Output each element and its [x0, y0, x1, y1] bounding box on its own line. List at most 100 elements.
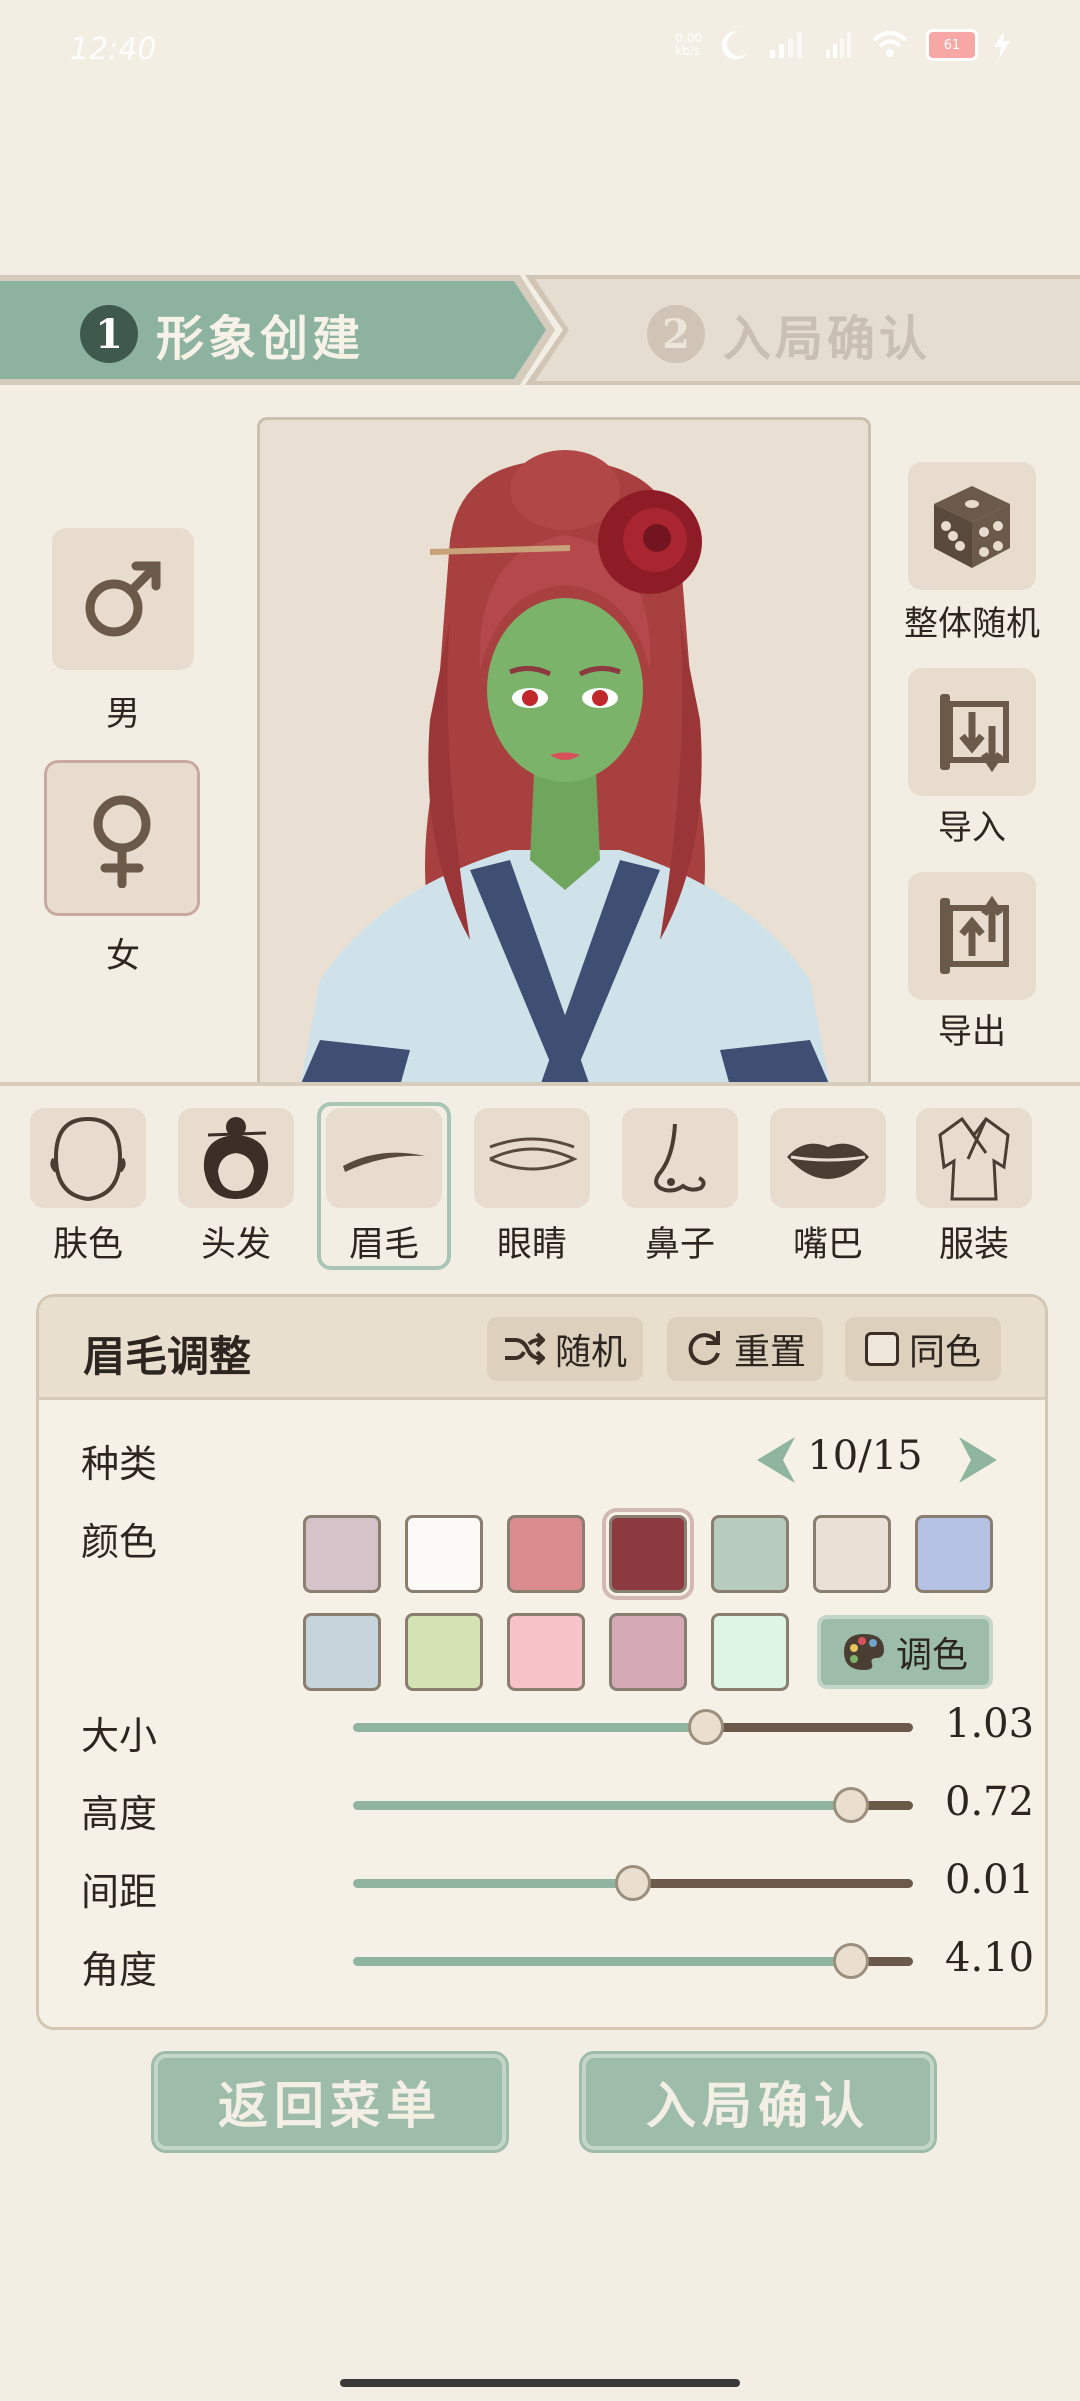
palette-icon [843, 1634, 884, 1670]
male-button[interactable] [52, 528, 194, 670]
color-swatch[interactable] [303, 1515, 381, 1593]
color-swatch[interactable] [507, 1515, 585, 1593]
color-swatch[interactable] [405, 1613, 483, 1691]
color-swatch[interactable] [609, 1613, 687, 1691]
eyebrow-adjust-panel: 眉毛调整 随机 重置 同色 种类 10/15 颜色 调色 大小 1.03 高度 0.7… [36, 1294, 1048, 2030]
shuffle-icon [504, 1332, 545, 1366]
moon-icon [721, 31, 748, 60]
back-to-menu-button[interactable]: 返回菜单 [151, 2051, 509, 2153]
charging-icon [994, 31, 1010, 59]
same-color-label: 同色 [908, 1332, 981, 1373]
slider-track-remaining[interactable] [633, 1879, 913, 1888]
battery-icon: 61 [926, 29, 978, 61]
divider [0, 1082, 1080, 1086]
feature-tab-nose[interactable] [622, 1108, 738, 1208]
step-label: 入局确认 [723, 311, 932, 367]
step-tab-confirm[interactable]: 2 入局确认 [525, 275, 1080, 385]
female-button[interactable] [38, 754, 206, 922]
slider-label: 间距 [81, 1870, 158, 1914]
export-button[interactable] [908, 872, 1036, 1000]
dice-icon [934, 486, 1010, 568]
color-swatch[interactable] [507, 1613, 585, 1691]
feature-label-hair: 头发 [200, 1225, 271, 1265]
next-arrow-icon[interactable] [953, 1433, 1003, 1487]
face-outline-icon [50, 1116, 126, 1202]
palette-label: 调色 [895, 1635, 968, 1676]
male-label: 男 [106, 694, 140, 734]
slider-knob[interactable] [615, 1865, 651, 1901]
feature-tab-eyebrow[interactable] [326, 1108, 442, 1208]
character-portrait [300, 450, 830, 1086]
color-swatch[interactable] [711, 1613, 789, 1691]
slider-track-filled[interactable] [353, 1723, 706, 1732]
same-color-checkbox[interactable]: 同色 [845, 1317, 1001, 1381]
reset-button[interactable]: 重置 [667, 1317, 823, 1381]
eye-icon [489, 1137, 578, 1171]
step-number: 1 [80, 305, 138, 363]
color-swatch[interactable] [303, 1613, 381, 1691]
eyebrow-icon [343, 1152, 425, 1172]
home-indicator[interactable] [340, 2379, 740, 2387]
reset-icon [688, 1331, 720, 1366]
slider-value: 0.01 [945, 1857, 1035, 1903]
prev-arrow-icon[interactable] [751, 1433, 801, 1487]
color-row-1 [303, 1508, 993, 1600]
nose-icon [654, 1123, 706, 1193]
slider-track-remaining[interactable] [706, 1723, 913, 1732]
status-icons: 0.00 kb/s 61 [675, 28, 1010, 62]
import-button[interactable] [908, 668, 1036, 796]
type-label: 种类 [81, 1442, 158, 1486]
slider-knob[interactable] [833, 1943, 869, 1979]
color-swatch[interactable] [405, 1515, 483, 1593]
random-all-button[interactable] [908, 462, 1036, 590]
random-button[interactable]: 随机 [487, 1317, 643, 1381]
slider-track-filled[interactable] [353, 1879, 633, 1888]
slider-knob[interactable] [833, 1787, 869, 1823]
export-scroll-icon [940, 895, 1009, 974]
feature-tab-eyes[interactable] [474, 1108, 590, 1208]
feature-label-eyebrow: 眉毛 [348, 1225, 419, 1265]
random-all-label: 整体随机 [904, 604, 1040, 644]
color-swatch-selected[interactable] [602, 1508, 694, 1600]
color-row-2 [303, 1613, 789, 1691]
step-tab-create[interactable]: 1 形象创建 [0, 275, 555, 385]
feature-tab-mouth[interactable] [770, 1108, 886, 1208]
lips-icon [787, 1143, 869, 1179]
step-label: 形象创建 [156, 311, 365, 367]
hair-bun-icon [203, 1117, 269, 1199]
random-label: 随机 [554, 1332, 627, 1373]
slider-value: 4.10 [945, 1935, 1035, 1981]
slider-label: 高度 [81, 1792, 158, 1836]
color-swatch[interactable] [915, 1515, 993, 1593]
step-number: 2 [647, 305, 705, 363]
color-swatch[interactable] [711, 1515, 789, 1593]
feature-label-skin: 肤色 [52, 1225, 123, 1265]
feature-label-mouth: 嘴巴 [792, 1225, 863, 1265]
slider-label: 角度 [81, 1948, 158, 1992]
import-scroll-icon [940, 694, 1009, 773]
slider-knob[interactable] [688, 1709, 724, 1745]
male-symbol-icon [85, 561, 161, 637]
color-label: 颜色 [81, 1520, 158, 1564]
slider-track-filled[interactable] [353, 1801, 851, 1810]
status-time: 12:40 [70, 32, 157, 67]
feature-tab-skin[interactable] [30, 1108, 146, 1208]
slider-value: 0.72 [945, 1779, 1035, 1825]
female-label: 女 [106, 936, 140, 976]
network-speed: 0.00 kb/s [675, 31, 702, 58]
feature-label-clothing: 服装 [938, 1225, 1009, 1265]
import-label: 导入 [938, 808, 1006, 848]
feature-tab-hair[interactable] [178, 1108, 294, 1208]
type-value: 10/15 [807, 1433, 923, 1479]
confirm-join-button[interactable]: 入局确认 [579, 2051, 937, 2153]
signal-icon [770, 32, 802, 58]
export-label: 导出 [938, 1012, 1006, 1052]
female-symbol-icon [93, 795, 151, 888]
robe-icon [938, 1116, 1010, 1201]
feature-tab-clothing[interactable] [916, 1108, 1032, 1208]
panel-title: 眉毛调整 [83, 1332, 252, 1381]
color-swatch[interactable] [813, 1515, 891, 1593]
palette-button[interactable]: 调色 [817, 1615, 993, 1689]
slider-track-filled[interactable] [353, 1957, 851, 1966]
slider-value: 1.03 [945, 1701, 1035, 1747]
